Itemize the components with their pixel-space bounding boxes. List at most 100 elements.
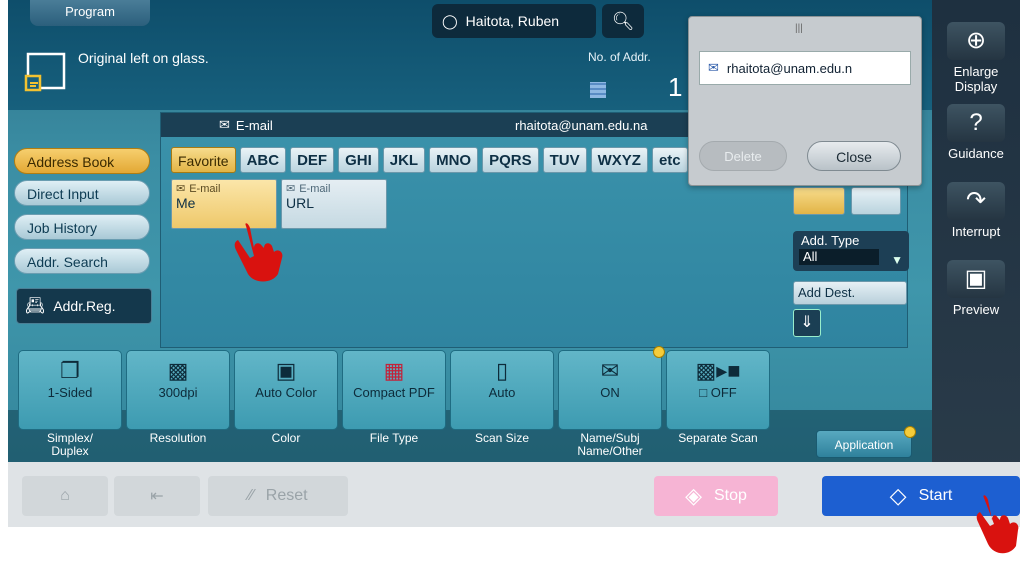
address-book-icon: 📇︎ [25, 298, 46, 315]
separate-scan-icon: ▩▸■ [695, 358, 741, 383]
address-card-url[interactable]: ✉ E-mail URL [281, 179, 387, 229]
nav-job-history[interactable]: Job History [14, 214, 150, 240]
tab-tuv[interactable]: TUV [542, 147, 587, 173]
zoom-in-icon: ⊕ [947, 22, 1005, 60]
interrupt-label: Interrupt [951, 224, 1001, 239]
grip-icon: ||| [795, 23, 803, 34]
tab-def[interactable]: DEF [290, 147, 335, 173]
add-type-select[interactable]: Add. Type All ▼ [793, 231, 909, 271]
search-icon: 🔍︎ [611, 10, 635, 31]
tab-jkl[interactable]: JKL [382, 147, 426, 173]
dest-type: E-mail [235, 117, 273, 133]
original-glass-icon [24, 52, 66, 92]
bottom-bar: ⌂ ⇤ ⁄⁄ Reset ◈ Stop ◇ Start [8, 462, 1020, 527]
start-label: Start [918, 487, 953, 504]
setting-separate-scan[interactable]: ▩▸■ □ OFF Separate Scan [666, 350, 770, 445]
original-status-text: Original left on glass. [78, 50, 209, 66]
nav-direct-input[interactable]: Direct Input [14, 180, 150, 206]
tab-pqrs[interactable]: PQRS [482, 147, 539, 173]
addr-reg-button[interactable]: 📇︎ Addr.Reg. [16, 288, 152, 324]
add-type-label: Add. Type [801, 233, 860, 248]
application-button[interactable]: Application [816, 430, 912, 458]
resolution-icon: ▩ [167, 358, 189, 383]
setting-value: 1-Sided [47, 385, 93, 400]
grid-view-button[interactable] [793, 187, 845, 215]
start-icon: ◇ [889, 483, 907, 508]
setting-file-type[interactable]: ▦ Compact PDF File Type [342, 350, 446, 445]
reset-button[interactable]: ⁄⁄ Reset [208, 476, 348, 516]
tab-wxyz[interactable]: WXYZ [590, 147, 648, 173]
preview-button[interactable]: ▣ Preview [938, 260, 1014, 317]
simplex-icon: ❐ [60, 358, 80, 383]
stop-button[interactable]: ◈ Stop [654, 476, 778, 516]
user-icon: ◯ [442, 12, 458, 29]
interrupt-icon: ↷ [947, 182, 1005, 220]
search-button[interactable]: 🔍︎ [602, 4, 644, 38]
setting-label: Name/Subj Name/Other [577, 431, 643, 458]
tab-ghi[interactable]: GHI [338, 147, 379, 173]
checkbox-icon: □ [699, 385, 711, 400]
dest-address: rhaitota@unam.edu.na [515, 117, 648, 133]
card-kind: E-mail [299, 182, 331, 195]
enlarge-display-button[interactable]: ⊕ Enlarge Display [938, 22, 1014, 94]
application-badge-icon [904, 426, 916, 438]
index-tabs: Favorite ABC DEF GHI JKL MNO PQRS TUV WX… [171, 147, 688, 173]
destination-popup: ||| ✉ rhaitota@unam.edu.n Delete Close [688, 16, 922, 186]
color-icon: ▣ [275, 358, 297, 383]
email-entry-icon: ✉ [286, 183, 296, 195]
popup-email-row[interactable]: ✉ rhaitota@unam.edu.n [699, 51, 911, 85]
home-button[interactable]: ⌂ [22, 476, 108, 516]
back-button[interactable]: ⇤ [114, 476, 200, 516]
setting-name-subj[interactable]: ✉ ON Name/Subj Name/Other [558, 346, 665, 458]
page-icon: ▯ [495, 358, 509, 383]
back-icon: ⇤ [150, 488, 164, 505]
setting-label: Scan Size [474, 431, 530, 445]
setting-label: File Type [369, 431, 419, 445]
pdf-icon: ▦ [383, 358, 405, 383]
card-name: URL [286, 195, 315, 211]
add-dest-button[interactable]: Add Dest. [793, 281, 907, 305]
setting-label: Separate Scan [678, 431, 758, 445]
setting-color[interactable]: ▣ Auto Color Color [234, 350, 338, 445]
copier-screen: Program Original left on glass. ◯ Haitot… [8, 0, 1020, 527]
user-box[interactable]: ◯ Haitota, Ruben [432, 4, 596, 38]
num-addr-value: 1 [668, 72, 683, 102]
num-addr-label: No. of Addr. [588, 50, 651, 64]
help-icon: ? [947, 104, 1005, 142]
setting-value: Auto [488, 385, 516, 400]
guidance-label: Guidance [948, 146, 1004, 161]
email-icon: ✉ [708, 60, 719, 75]
tab-favorite[interactable]: Favorite [171, 147, 236, 173]
tab-mno[interactable]: MNO [429, 147, 479, 173]
setting-simplex[interactable]: ❐ 1-Sided Simplex/ Duplex [18, 350, 122, 458]
info-badge-icon [653, 346, 665, 358]
stop-label: Stop [714, 487, 747, 504]
setting-value: Auto Color [255, 385, 317, 400]
card-kind: E-mail [189, 182, 221, 195]
addr-reg-label: Addr.Reg. [53, 298, 116, 314]
setting-value: Compact PDF [353, 385, 435, 400]
pointing-hand-icon [976, 495, 1019, 554]
preview-label: Preview [952, 302, 1000, 317]
tab-abc[interactable]: ABC [239, 147, 287, 173]
setting-label: Simplex/ Duplex [46, 431, 93, 458]
guidance-button[interactable]: ? Guidance [938, 104, 1014, 161]
setting-resolution[interactable]: ▩ 300dpi Resolution [126, 350, 230, 445]
list-view-button[interactable] [851, 187, 901, 215]
setting-value: ON [600, 385, 620, 400]
delete-button[interactable]: Delete [699, 141, 787, 171]
setting-value: 300dpi [158, 385, 198, 400]
scroll-down-button[interactable]: ⇓ [793, 309, 821, 337]
add-type-value: All [799, 249, 879, 265]
stop-icon: ◈ [685, 483, 702, 508]
reset-label: Reset [265, 487, 308, 504]
nav-addr-search[interactable]: Addr. Search [14, 248, 150, 274]
interrupt-button[interactable]: ↷ Interrupt [938, 182, 1014, 239]
tab-etc[interactable]: etc [651, 147, 688, 173]
setting-scan-size[interactable]: ▯ Auto Scan Size [450, 350, 554, 445]
address-count-icon [590, 82, 606, 98]
program-tab[interactable]: Program [30, 0, 150, 26]
nav-address-book[interactable]: Address Book [14, 148, 150, 174]
close-button[interactable]: Close [807, 141, 901, 171]
email-icon: ✉ [219, 117, 230, 132]
